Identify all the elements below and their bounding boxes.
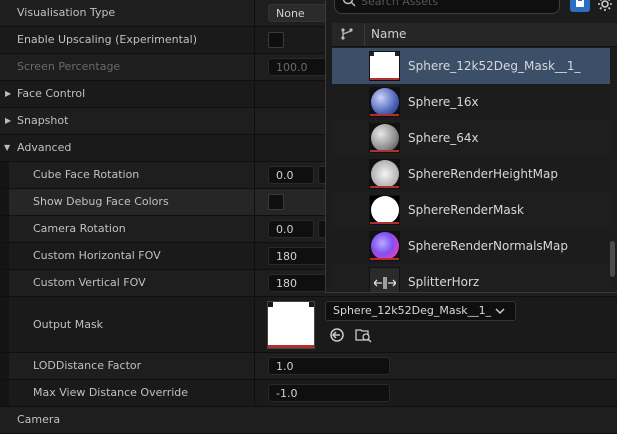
indent-guide [0,353,9,379]
output-mask-thumbnail[interactable] [267,301,315,349]
asset-row[interactable]: Sphere_12k52Deg_Mask__1_ [332,48,610,84]
column-splitter [254,135,255,161]
asset-row[interactable]: SphereRenderNormalsMap [332,228,610,264]
column-splitter [254,189,255,215]
asset-name: SphereRenderHeightMap [408,167,558,181]
indent-guide [0,380,9,406]
indent-guide [0,270,9,296]
column-splitter [254,162,255,188]
asset-thumbnail-mask [369,51,400,81]
search-assets-input[interactable]: Search Assets [334,0,560,14]
search-placeholder: Search Assets [361,0,439,8]
indent-guide [0,189,9,215]
output-mask-asset-name: Sphere_12k52Deg_Mask__1_ [333,304,492,317]
visualisation-type-label: Visualisation Type [17,6,116,19]
asset-row[interactable]: SplitterHorz [332,264,610,292]
search-icon [342,0,356,7]
enable-upscaling-checkbox[interactable] [268,32,284,48]
advanced-label: Advanced [17,141,72,154]
expand-arrow-icon[interactable]: ▶ [5,81,11,107]
output-mask-asset-combo[interactable]: Sphere_12k52Deg_Mask__1_ [325,301,516,321]
save-search-button[interactable] [570,0,590,12]
camera-section-label: Camera [17,413,61,426]
column-header-row: Name [332,23,617,47]
lod-distance-factor-input[interactable]: 1.0 [268,357,390,375]
column-splitter [254,243,255,269]
visualisation-type-dropdown[interactable]: None [268,4,328,22]
dropdown-chevron-icon [495,308,505,315]
save-search-icon [576,0,584,7]
indent-guide [0,162,9,188]
column-splitter [254,216,255,242]
lod-distance-factor-label: LODDistance Factor [33,359,142,372]
indent-guide [0,216,9,242]
indent-guide [0,243,9,269]
asset-name: Sphere_16x [408,95,479,109]
custom-horizontal-fov-input[interactable]: 180 [268,247,328,265]
column-splitter [254,81,255,107]
asset-row[interactable]: Sphere_64x [332,120,610,156]
expand-arrow-icon[interactable]: ▶ [5,108,11,134]
asset-row[interactable]: SphereRenderHeightMap [332,156,610,192]
asset-name: Sphere_64x [408,131,479,145]
row-lod-distance-factor: LODDistance Factor 1.0 [0,353,617,380]
face-control-label: Face Control [17,87,86,100]
screen-percentage-label: Screen Percentage [17,60,121,73]
column-splitter [254,27,255,53]
column-splitter [254,353,255,379]
asset-name: Sphere_12k52Deg_Mask__1_ [408,59,581,73]
asset-picker-popup: Search Assets Name Sphere_12k52Deg_Mask_… [325,0,617,293]
section-camera[interactable]: Camera [0,407,617,434]
max-view-distance-override-input[interactable]: -1.0 [268,384,390,402]
custom-vertical-fov-label: Custom Vertical FOV [33,276,146,289]
use-selected-icon[interactable] [329,327,345,343]
header-divider [364,23,365,46]
output-mask-label: Output Mask [33,318,104,331]
row-max-view-distance-override: Max View Distance Override -1.0 [0,380,617,407]
column-header-name[interactable]: Name [371,23,406,46]
snapshot-label: Snapshot [17,114,69,127]
asset-name: SphereRenderMask [408,203,524,217]
column-splitter [254,270,255,296]
asset-name: SphereRenderNormalsMap [408,239,568,253]
camera-rotation-label: Camera Rotation [33,222,126,235]
column-splitter [254,0,255,26]
asset-thumbnail-sphere [369,87,400,117]
asset-thumbnail-mask [369,195,400,225]
indent-guide [0,297,9,352]
column-splitter [254,380,255,406]
camera-rotation-input[interactable]: 0.0 [268,220,314,238]
cube-face-rotation-input[interactable]: 0.0 [268,166,314,184]
asset-thumbnail-sphere [369,123,400,153]
column-splitter [254,297,255,352]
asset-row[interactable]: Sphere_16x [332,84,610,120]
enable-upscaling-label: Enable Upscaling (Experimental) [17,33,198,46]
row-output-mask: Output Mask [0,297,617,353]
max-view-distance-override-label: Max View Distance Override [33,386,189,399]
custom-vertical-fov-input[interactable]: 180 [268,274,328,292]
column-splitter [254,54,255,80]
asset-thumbnail-splitter [369,267,400,292]
settings-gear-icon[interactable] [597,0,613,12]
asset-list-scrollbar[interactable] [610,241,615,277]
custom-horizontal-fov-label: Custom Horizontal FOV [33,249,161,262]
cube-face-rotation-label: Cube Face Rotation [33,168,140,181]
show-debug-face-colors-checkbox[interactable] [268,194,284,210]
browse-asset-icon[interactable] [355,326,372,343]
asset-thumbnail-normalmap [369,231,400,261]
collapse-arrow-icon[interactable]: ▼ [4,135,10,161]
show-debug-face-colors-label: Show Debug Face Colors [33,195,169,208]
splitter-icon [374,277,396,289]
filter-icon[interactable] [340,27,354,41]
screen-percentage-input[interactable]: 100.0 [268,58,328,76]
asset-thumbnail-heightmap [369,159,400,189]
asset-row[interactable]: SphereRenderMask [332,192,610,228]
column-splitter [254,108,255,134]
asset-name: SplitterHorz [408,275,480,289]
